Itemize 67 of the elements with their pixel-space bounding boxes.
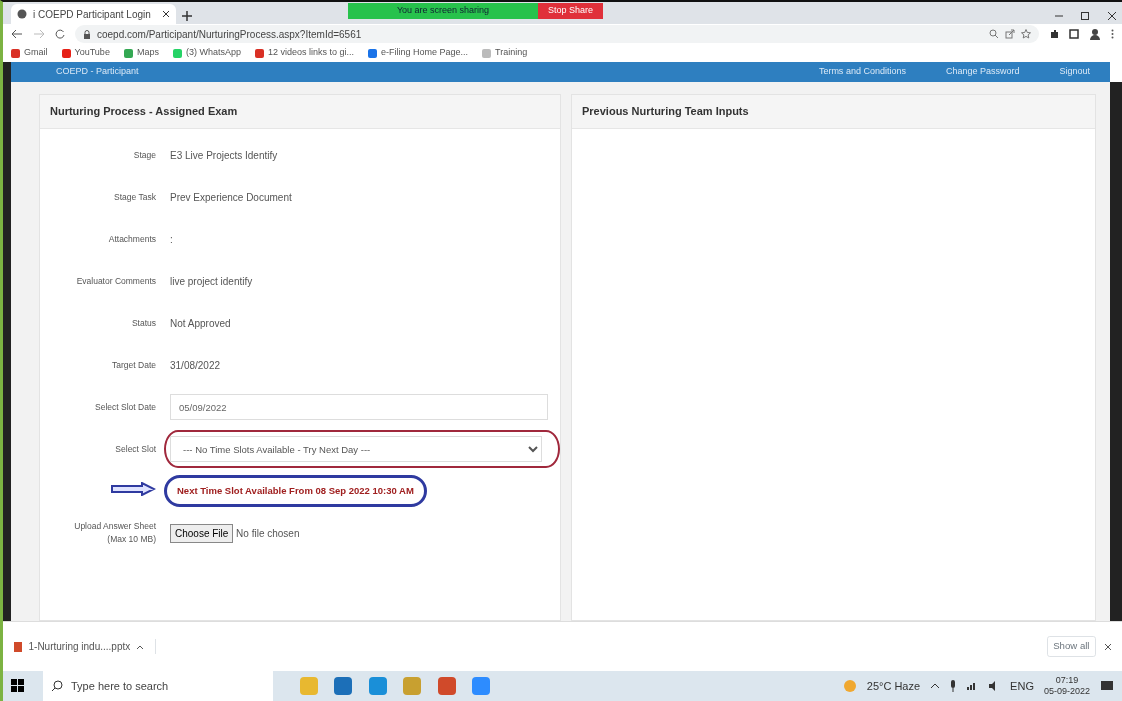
date-input[interactable]: 05/09/2022 [170,394,548,420]
close-icon[interactable] [1104,642,1112,651]
nav-link[interactable]: Signout [1059,65,1090,79]
panel-title: Nurturing Process - Assigned Exam [40,95,560,129]
taskbar-search[interactable]: Type here to search [43,671,273,701]
file-status: No file chosen [236,526,300,541]
field-value: : [170,232,173,247]
search-icon [51,680,63,692]
chevron-up-icon[interactable] [930,683,941,689]
caret-icon [135,643,144,650]
panel-title: Previous Nurturing Team Inputs [572,95,1095,129]
brand-title: COEPD - Participant [56,65,139,79]
taskbar-clock[interactable]: 07:19 05-09-2022 [1043,675,1090,697]
url-text: coepd.com/Participant/NurturingProcess.aspx?ItemId=6561 [97,27,362,42]
search-placeholder: Type here to search [71,678,169,694]
field-label: Select Slot Date [95,401,156,412]
field-value: Prev Experience Document [170,190,292,205]
field-value: 31/08/2022 [170,358,221,373]
field-label: Evaluator Comments [76,275,156,286]
more-icon[interactable] [1111,29,1114,39]
arrow-annotation [110,482,156,497]
bookmark-link[interactable]: Maps [123,46,159,60]
microphone-icon[interactable] [950,680,957,692]
restore-icon[interactable] [1080,11,1090,22]
close-icon[interactable] [162,10,170,18]
reload-icon[interactable] [55,29,65,39]
slot-select[interactable]: --- No Time Slots Available - Try Next Day --- [170,436,542,462]
download-item[interactable]: 1-Nurturing indu....pptx [13,639,156,654]
field-value: live project identify [170,274,253,289]
bookmark-link[interactable]: Gmail [11,46,48,60]
search-icon[interactable] [989,29,999,39]
field-label: Upload Answer Sheet [74,521,156,532]
choose-file-button[interactable]: Choose File [170,523,234,543]
back-icon[interactable] [11,29,23,39]
show-all-button[interactable]: Show all [1046,635,1096,658]
field-hint: (Max 10 MB) [107,534,156,544]
nav-link[interactable]: Terms and Conditions [818,65,906,79]
field-label: Status [131,317,156,328]
field-label: Stage [133,149,156,160]
tab-title: i COEPD Participant Login [33,7,152,22]
field-label: Attachments [108,233,156,244]
screen-share-banner: You are screen sharing [348,3,538,19]
field-label: Stage Task [114,191,156,202]
bookmark-link[interactable]: e-Filing Home Page... [368,46,469,60]
bookmark-link[interactable]: YouTube [61,46,110,60]
profile-avatar-icon[interactable] [1089,28,1101,40]
bookmark-link[interactable]: (3) WhatsApp [172,46,241,60]
field-label: Target Date [112,359,156,370]
bookmark-link[interactable]: 12 videos links to gi... [254,46,354,60]
close-icon[interactable] [1106,11,1117,22]
field-value: Not Approved [170,316,231,331]
plus-icon[interactable] [181,11,192,22]
bookmark-link[interactable]: Training [482,46,528,60]
weather-text: 25°C Haze [866,678,921,694]
language-indicator[interactable]: ENG [1010,677,1034,695]
file-icon [13,640,23,653]
lock-icon [83,29,91,39]
field-label: Select Slot [115,443,156,454]
share-icon[interactable] [1005,29,1015,39]
nav-link[interactable]: Change Password [945,65,1020,79]
star-icon[interactable] [1021,29,1031,39]
sidebar-icon[interactable] [1069,29,1079,39]
stop-share-button[interactable]: Stop Share [538,3,604,19]
slot-message: Next Time Slot Available From 08 Sep 2022 10:30 AM [164,474,427,508]
browser-tab[interactable]: i COEPD Participant Login [11,4,176,24]
address-bar[interactable]: coepd.com/Participant/NurturingProcess.aspx?ItemId=6561 [75,25,1039,43]
field-value: E3 Live Projects Identify [170,148,278,163]
